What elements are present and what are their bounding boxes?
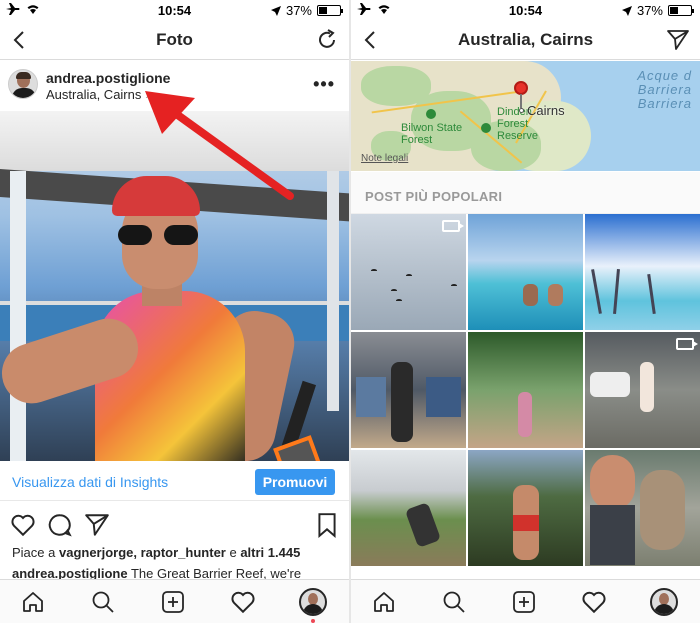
map-pin-icon[interactable] — [514, 81, 528, 95]
map-city-label: Cairns — [527, 103, 565, 118]
chevron-right-icon: › — [145, 87, 150, 102]
home-icon[interactable] — [20, 589, 46, 615]
city-marker — [519, 108, 524, 113]
heart-icon[interactable] — [10, 512, 36, 538]
post-detail-screen: 10:54 37% Foto andrea.postiglione Austra… — [0, 0, 349, 623]
battery-percent: 37% — [636, 3, 663, 18]
search-icon[interactable] — [90, 589, 116, 615]
section-title: POST PIÙ POPOLARI — [365, 189, 503, 204]
likes-conjunction: e — [225, 545, 241, 560]
grid-post[interactable] — [585, 214, 700, 330]
location-arrow-icon — [621, 5, 632, 16]
popular-posts-grid — [351, 214, 700, 579]
location-label: Australia, Cairns — [46, 87, 142, 102]
avatar[interactable] — [8, 69, 38, 99]
post-photo[interactable] — [0, 111, 349, 461]
sea-label-line: Barriera — [637, 82, 692, 97]
likes-users[interactable]: vagnerjorge, raptor_hunter — [59, 545, 226, 560]
sea-label-line: Acque d — [637, 68, 692, 83]
grid-post[interactable] — [351, 214, 466, 330]
page-title: Foto — [156, 30, 193, 49]
status-right: 37% — [621, 3, 694, 18]
page-title: Australia, Cairns — [457, 30, 594, 49]
insights-bar: Visualizza dati di Insights Promuovi — [0, 461, 349, 501]
map-pin-stem — [520, 94, 522, 108]
battery-icon — [668, 5, 694, 16]
profile-avatar-icon[interactable] — [650, 588, 678, 616]
paper-plane-icon[interactable] — [666, 28, 690, 52]
status-right: 37% — [270, 3, 343, 18]
add-post-icon[interactable] — [511, 589, 537, 615]
more-options-button[interactable]: ••• — [313, 74, 335, 95]
grid-post[interactable] — [468, 332, 583, 448]
likes-prefix: Piace a — [12, 545, 59, 560]
park-label-line: Forest — [401, 134, 433, 146]
grid-post[interactable] — [468, 450, 583, 566]
status-bar: 10:54 37% — [351, 0, 700, 20]
profile-avatar-icon[interactable] — [299, 588, 327, 616]
comment-icon[interactable] — [47, 512, 73, 538]
map-park-label: Bilwon State Forest — [401, 122, 462, 146]
tab-bar — [0, 579, 349, 623]
bookmark-icon[interactable] — [314, 512, 340, 538]
search-icon[interactable] — [441, 589, 467, 615]
notification-dot — [311, 619, 315, 623]
home-icon[interactable] — [371, 589, 397, 615]
grid-post[interactable] — [351, 332, 466, 448]
location-arrow-icon — [270, 5, 281, 16]
promote-button[interactable]: Promuovi — [255, 469, 335, 495]
battery-icon — [317, 5, 343, 16]
grid-post[interactable] — [585, 332, 700, 448]
heart-icon[interactable] — [230, 589, 256, 615]
map-sea-label: Acque d Barriera Barriera — [637, 69, 692, 111]
post-header: andrea.postiglione Australia, Cairns › •… — [0, 61, 349, 111]
video-icon — [442, 220, 464, 232]
grid-post[interactable] — [585, 450, 700, 566]
post-username[interactable]: andrea.postiglione — [46, 70, 170, 86]
likes-line[interactable]: Piace a vagnerjorge, raptor_hunter e alt… — [12, 545, 300, 560]
park-label-line: Reserve — [497, 130, 538, 142]
sea-label-line: Barriera — [637, 96, 692, 111]
nav-bar: Foto — [0, 20, 349, 60]
grid-post[interactable] — [351, 450, 466, 566]
nav-bar: Australia, Cairns — [351, 20, 700, 60]
likes-others[interactable]: altri 1.445 — [240, 545, 300, 560]
legal-notes-link[interactable]: Note legali — [361, 153, 408, 164]
post-location[interactable]: Australia, Cairns › — [46, 87, 149, 102]
heart-icon[interactable] — [581, 589, 607, 615]
grid-post[interactable] — [468, 214, 583, 330]
park-marker-icon[interactable] — [481, 123, 491, 133]
battery-percent: 37% — [285, 3, 312, 18]
add-post-icon[interactable] — [160, 589, 186, 615]
section-header: POST PIÙ POPOLARI — [351, 172, 700, 214]
location-map[interactable]: Bilwon State Forest Dinden Forest Reserv… — [351, 61, 700, 171]
view-insights-link[interactable]: Visualizza dati di Insights — [12, 474, 168, 490]
tab-bar — [351, 579, 700, 623]
park-label-line: Forest — [497, 118, 529, 130]
refresh-icon[interactable] — [315, 28, 339, 52]
post-actions — [0, 510, 349, 540]
park-marker-icon[interactable] — [426, 109, 436, 119]
paper-plane-icon[interactable] — [84, 512, 110, 538]
location-screen: 10:54 37% Australia, Cairns Bilwon State… — [351, 0, 700, 623]
status-bar: 10:54 37% — [0, 0, 349, 20]
video-icon — [676, 338, 698, 350]
park-label-line: Bilwon State — [401, 122, 463, 134]
